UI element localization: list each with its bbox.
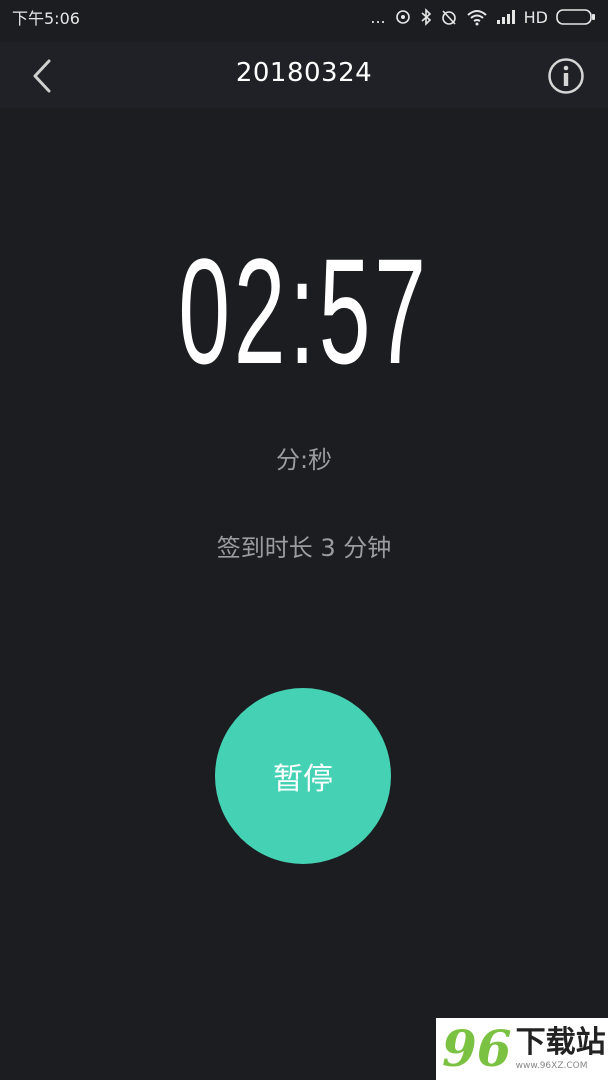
watermark-text: 下载站 (515, 1025, 606, 1060)
more-dots: ... (370, 7, 386, 27)
network-type-label: HD (523, 7, 548, 27)
watermark-logo: 96 (442, 1019, 512, 1078)
status-time: 下午5:06 (12, 9, 80, 28)
pause-button-label: 暂停 (273, 762, 333, 797)
info-icon (548, 58, 584, 94)
info-button[interactable] (546, 56, 586, 96)
pause-button[interactable]: 暂停 (215, 688, 391, 864)
status-icons: ... HD (370, 8, 596, 27)
page-title: 20180324 (235, 58, 373, 88)
watermark-text-block: 下载站 www.96XZ.COM (516, 1026, 606, 1072)
screen: 下午5:06 ... HD 20180324 02:57 分:秒 签到时长 3 … (0, 0, 608, 1080)
wifi-icon (466, 8, 488, 26)
timer-unit-label: 分:秒 (275, 446, 333, 474)
site-watermark: 96 下载站 www.96XZ.COM (436, 1018, 608, 1080)
timer-display: 02:57 (178, 227, 430, 395)
battery-icon (556, 8, 596, 26)
status-bar: 下午5:06 ... HD (0, 0, 608, 34)
top-nav-bar: 20180324 (0, 42, 608, 108)
hotspot-icon (394, 8, 412, 26)
alarm-off-icon (440, 8, 458, 26)
watermark-url: www.96XZ.COM (515, 1061, 588, 1071)
signal-icon (496, 9, 516, 25)
checkin-duration-text: 签到时长 3 分钟 (216, 534, 392, 562)
bluetooth-icon (420, 8, 432, 26)
